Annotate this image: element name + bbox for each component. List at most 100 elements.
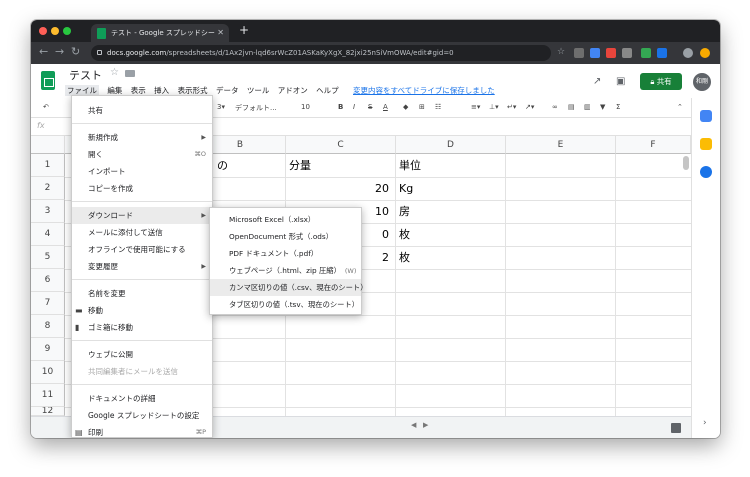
folder-icon[interactable] bbox=[125, 70, 135, 77]
sheets-logo-icon[interactable] bbox=[41, 71, 55, 90]
extension-icon[interactable] bbox=[622, 48, 632, 58]
column-header-f[interactable]: F bbox=[616, 136, 691, 154]
functions-button[interactable]: Σ bbox=[616, 103, 620, 111]
menu-addons[interactable]: アドオン bbox=[278, 85, 308, 96]
undo-icon[interactable]: ↶ bbox=[43, 103, 49, 111]
download-tsv[interactable]: タブ区切りの値（.tsv、現在のシート） bbox=[210, 296, 361, 313]
doc-title[interactable]: テスト bbox=[69, 67, 102, 83]
valign-icon[interactable]: ⊥▾ bbox=[489, 103, 499, 111]
comment-add-icon[interactable]: ▤ bbox=[568, 103, 575, 111]
cell-d4[interactable]: 枚 bbox=[399, 223, 410, 246]
back-icon[interactable]: ← bbox=[39, 45, 48, 58]
menu-item-offline[interactable]: オフラインで使用可能にする bbox=[72, 241, 212, 258]
profile-icon[interactable] bbox=[683, 48, 693, 58]
calendar-icon[interactable] bbox=[700, 110, 712, 122]
menu-item-download[interactable]: ダウンロード ▶ bbox=[72, 207, 212, 224]
row-header[interactable]: 7 bbox=[31, 292, 65, 315]
menu-item-settings[interactable]: Google スプレッドシートの設定 bbox=[72, 407, 212, 424]
menu-item-rename[interactable]: 名前を変更 bbox=[72, 285, 212, 302]
close-window-button[interactable] bbox=[39, 27, 47, 35]
menu-item-publish-web[interactable]: ウェブに公開 bbox=[72, 346, 212, 363]
cell-c1[interactable]: 分量 bbox=[289, 154, 311, 177]
activity-icon[interactable]: ↗ bbox=[593, 76, 601, 87]
extension-icon[interactable] bbox=[657, 48, 667, 58]
extension-icon[interactable] bbox=[574, 48, 584, 58]
download-ods[interactable]: OpenDocument 形式（.ods） bbox=[210, 228, 361, 245]
italic-button[interactable]: I bbox=[353, 103, 355, 111]
url-input[interactable]: docs.google.com/spreadsheets/d/1Ax2jvn-l… bbox=[91, 45, 551, 61]
row-header[interactable]: 8 bbox=[31, 315, 65, 338]
comment-icon[interactable]: ▣ bbox=[616, 76, 625, 87]
cell-d3[interactable]: 房 bbox=[399, 200, 410, 223]
tasks-icon[interactable] bbox=[700, 166, 712, 178]
download-csv[interactable]: カンマ区切りの値（.csv、現在のシート） bbox=[210, 279, 368, 296]
column-header-d[interactable]: D bbox=[396, 136, 506, 154]
cell-c4[interactable]: 0 bbox=[382, 223, 389, 246]
scroll-right-icon[interactable]: ▶ bbox=[423, 421, 428, 429]
cell-d2[interactable]: Kg bbox=[399, 177, 413, 200]
cell-c5[interactable]: 2 bbox=[382, 246, 389, 269]
row-header[interactable]: 1 bbox=[31, 154, 65, 177]
extension-icon[interactable] bbox=[590, 48, 600, 58]
row-header[interactable]: 5 bbox=[31, 246, 65, 269]
bookmark-star-icon[interactable]: ☆ bbox=[557, 47, 565, 57]
menu-item-version-history[interactable]: 変更履歴 ▶ bbox=[72, 258, 212, 275]
row-header[interactable]: 12 bbox=[31, 407, 65, 416]
forward-icon[interactable]: → bbox=[55, 45, 64, 58]
row-header[interactable]: 9 bbox=[31, 338, 65, 361]
merge-icon[interactable]: ☷ bbox=[435, 103, 441, 111]
align-icon[interactable]: ≡▾ bbox=[471, 103, 480, 111]
menu-item-new[interactable]: 新規作成 ▶ bbox=[72, 129, 212, 146]
link-icon[interactable]: ∞ bbox=[552, 103, 558, 111]
row-header[interactable]: 4 bbox=[31, 223, 65, 246]
row-header[interactable]: 10 bbox=[31, 361, 65, 384]
extension-icon[interactable] bbox=[641, 48, 651, 58]
bold-button[interactable]: B bbox=[338, 103, 343, 111]
download-html[interactable]: ウェブページ（.html、zip 圧縮） (W) bbox=[210, 262, 361, 279]
star-icon[interactable]: ☆ bbox=[110, 67, 119, 78]
filter-icon[interactable]: ▼ bbox=[600, 103, 605, 111]
menu-item-trash[interactable]: ▮ ゴミ箱に移動 bbox=[72, 319, 212, 336]
keep-icon[interactable] bbox=[700, 138, 712, 150]
cell-d1[interactable]: 単位 bbox=[399, 154, 421, 177]
cell-d5[interactable]: 枚 bbox=[399, 246, 410, 269]
menu-data[interactable]: データ bbox=[216, 85, 239, 96]
tab-sheets[interactable]: テスト - Google スプレッドシー ✕ bbox=[91, 24, 229, 42]
avatar[interactable]: 和剛 bbox=[693, 73, 711, 91]
column-header-c[interactable]: C bbox=[286, 136, 396, 154]
menu-item-document-details[interactable]: ドキュメントの詳細 bbox=[72, 390, 212, 407]
save-status-link[interactable]: 変更内容をすべてドライブに保存しました bbox=[353, 85, 495, 96]
row-header[interactable]: 6 bbox=[31, 269, 65, 292]
menu-item-print[interactable]: ▤ 印刷 ⌘P bbox=[72, 424, 212, 438]
menu-help[interactable]: ヘルプ bbox=[316, 85, 339, 96]
borders-icon[interactable]: ⊞ bbox=[419, 103, 425, 111]
row-header[interactable]: 11 bbox=[31, 384, 65, 407]
font-select[interactable]: デフォルト... bbox=[235, 103, 277, 113]
menu-item-open[interactable]: 開く ⌘O bbox=[72, 146, 212, 163]
close-icon[interactable]: ✕ bbox=[217, 24, 224, 42]
minimize-window-button[interactable] bbox=[51, 27, 59, 35]
cell-c3[interactable]: 10 bbox=[375, 200, 389, 223]
menu-item-move[interactable]: ▬ 移動 bbox=[72, 302, 212, 319]
menu-item-import[interactable]: インポート bbox=[72, 163, 212, 180]
corner-header[interactable] bbox=[31, 136, 65, 154]
menu-item-make-copy[interactable]: コピーを作成 bbox=[72, 180, 212, 197]
chart-icon[interactable]: ▥ bbox=[584, 103, 591, 111]
menu-item-email-attachment[interactable]: メールに添付して送信 bbox=[72, 224, 212, 241]
share-button[interactable]: 🔒︎ 共有 bbox=[640, 73, 682, 90]
vertical-scrollbar[interactable] bbox=[683, 156, 689, 170]
column-header-e[interactable]: E bbox=[506, 136, 616, 154]
fill-color-icon[interactable]: ◆ bbox=[403, 103, 408, 111]
explore-icon[interactable] bbox=[671, 423, 681, 433]
row-header[interactable]: 3 bbox=[31, 200, 65, 223]
menu-tools[interactable]: ツール bbox=[247, 85, 270, 96]
reload-icon[interactable]: ↻ bbox=[71, 45, 80, 58]
zoom-menu[interactable]: 3▾ bbox=[217, 103, 225, 111]
strikethrough-button[interactable]: S bbox=[368, 103, 372, 111]
new-tab-button[interactable]: + bbox=[239, 23, 249, 37]
wrap-icon[interactable]: ↵▾ bbox=[507, 103, 516, 111]
cell-c2[interactable]: 20 bbox=[375, 177, 389, 200]
text-color-button[interactable]: A bbox=[383, 103, 388, 111]
menu-item-share[interactable]: 共有 bbox=[72, 102, 212, 119]
maximize-window-button[interactable] bbox=[63, 27, 71, 35]
